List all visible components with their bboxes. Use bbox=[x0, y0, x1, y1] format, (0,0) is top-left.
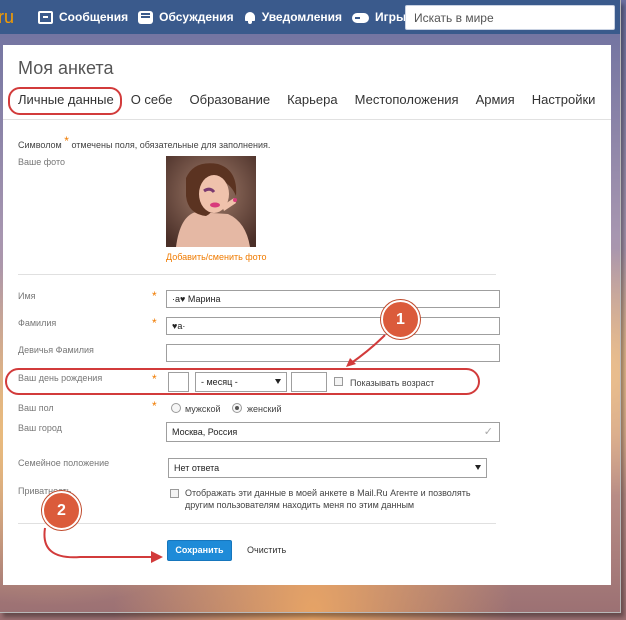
step-badge-2: 2 bbox=[42, 491, 81, 530]
step-badge-1: 1 bbox=[381, 300, 420, 339]
arrow-2-line bbox=[43, 527, 152, 559]
browser-frame: ru Сообщения Обсуждения Уведомления Игры… bbox=[0, 0, 621, 613]
arrow-1-line bbox=[349, 334, 386, 365]
annotation-arrows bbox=[43, 334, 386, 563]
arrow-1-head bbox=[346, 358, 356, 367]
arrow-2-head bbox=[151, 551, 163, 563]
